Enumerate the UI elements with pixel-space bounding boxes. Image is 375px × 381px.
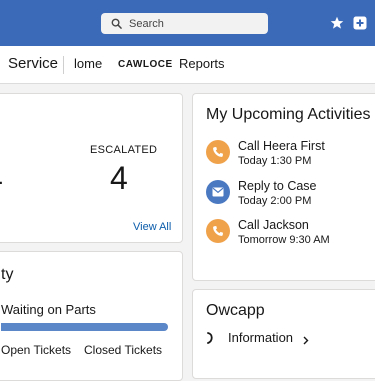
nav-tab-reports[interactable]: Reports bbox=[179, 56, 225, 71]
add-icon[interactable] bbox=[353, 16, 367, 30]
closed-tickets-label[interactable]: Closed Tickets bbox=[84, 343, 162, 357]
waiting-progress-fill bbox=[1, 323, 168, 331]
activity-time: Today 1:30 PM bbox=[238, 155, 312, 167]
email-icon bbox=[206, 180, 230, 204]
upcoming-activities-heading: My Upcoming Activities bbox=[206, 106, 371, 123]
waiting-progress-bar bbox=[1, 323, 168, 331]
activity-title[interactable]: Call Jackson bbox=[238, 218, 309, 232]
phone-icon bbox=[206, 219, 230, 243]
app-nav-bar: Service lome CAWLOCE Reports bbox=[0, 46, 375, 84]
app-title: Service bbox=[8, 55, 59, 72]
activity-card: ty Waiting on Parts Open Tickets Closed … bbox=[0, 251, 183, 381]
escalated-label: ESCALATED bbox=[90, 144, 158, 156]
search-input[interactable]: Search bbox=[101, 13, 268, 34]
nav-tab-home[interactable]: lome bbox=[74, 56, 102, 71]
activity-title[interactable]: Reply to Case bbox=[238, 179, 317, 193]
activity-time: Today 2:00 PM bbox=[238, 195, 312, 207]
chevron-right-icon[interactable] bbox=[303, 336, 309, 345]
waiting-on-parts-label: Waiting on Parts bbox=[1, 302, 96, 317]
nav-tab-logo[interactable]: CAWLOCE bbox=[118, 59, 173, 70]
stat-value-left: 4 bbox=[0, 160, 3, 197]
activity-card-heading: ty bbox=[1, 266, 14, 283]
search-icon bbox=[111, 18, 122, 29]
phone-icon bbox=[206, 140, 230, 164]
global-header: Search bbox=[0, 0, 375, 46]
open-tickets-label[interactable]: Open Tickets bbox=[1, 343, 71, 357]
search-placeholder: Search bbox=[129, 17, 164, 30]
information-link[interactable]: Information bbox=[228, 330, 293, 345]
collapse-arc-icon bbox=[207, 332, 213, 344]
ticket-stats-card: 4 ESCALATED 4 View All bbox=[0, 93, 183, 243]
activity-time: Tomorrow 9:30 AM bbox=[238, 234, 330, 246]
favorites-star-icon[interactable] bbox=[330, 16, 344, 30]
escalated-value: 4 bbox=[110, 160, 128, 196]
nav-divider bbox=[63, 56, 64, 74]
activity-title[interactable]: Call Heera First bbox=[238, 139, 325, 153]
owcapp-heading: Owcapp bbox=[206, 302, 265, 319]
upcoming-activities-card: My Upcoming Activities Call Heera First … bbox=[192, 93, 375, 281]
view-all-link[interactable]: View All bbox=[133, 221, 171, 233]
